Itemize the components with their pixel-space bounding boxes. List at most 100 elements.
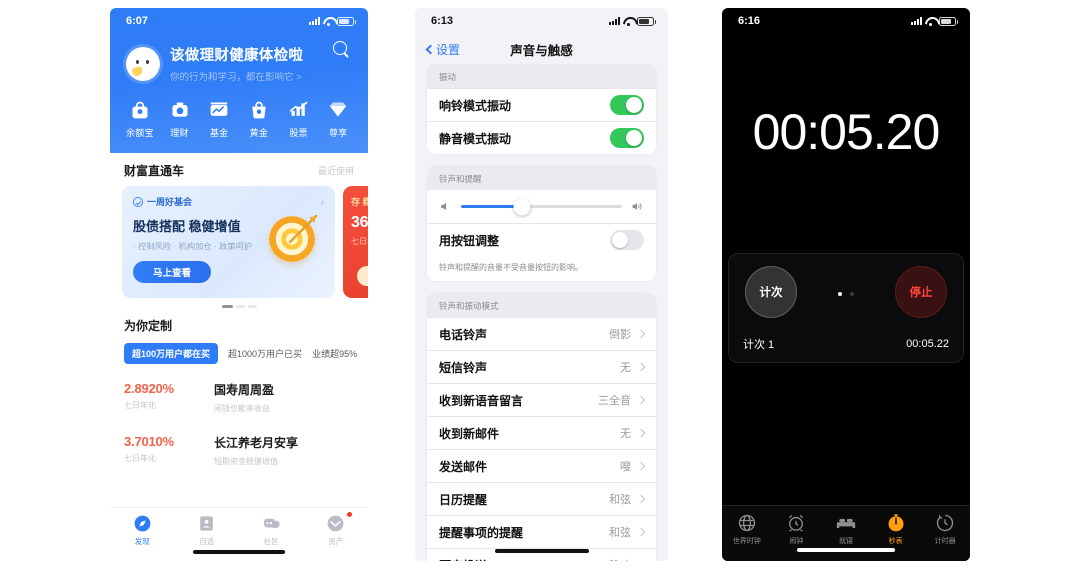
quick-action-label: 基金: [209, 128, 229, 138]
chart-card-icon: [208, 99, 230, 121]
wifi-icon: [925, 17, 936, 26]
search-icon[interactable]: [332, 40, 352, 60]
back-button[interactable]: 设置: [425, 41, 460, 58]
product-desc: 短期资金稳健增值: [214, 457, 278, 466]
status-icons: [309, 16, 356, 26]
chevron-right-icon[interactable]: ›: [321, 197, 324, 207]
tab-label: 就寝: [838, 538, 853, 545]
status-icons: [911, 16, 958, 26]
quick-action-zunxiang[interactable]: 尊享: [318, 99, 358, 139]
setting-value: 嗖: [620, 461, 631, 473]
list-item[interactable]: 3.7010% 七日年化 长江养老月安享 短期资金稳健增值: [124, 423, 354, 476]
tab-bedtime[interactable]: 就寝: [821, 513, 871, 546]
home-indicator: [797, 548, 895, 552]
finance-header: 6:07 该做理财健康体检啦 你的行为和学习，都在影响它 > 余额宝 理财 基金…: [110, 8, 368, 153]
promo-card-secondary-tag: 存 稳: [351, 197, 368, 207]
setting-value: 和弦: [609, 527, 631, 539]
page-dots[interactable]: [838, 292, 854, 296]
lap-button[interactable]: 计次: [745, 266, 797, 318]
group-vibrate: 振动 响铃模式振动 静音模式振动: [427, 64, 656, 154]
tab-timer[interactable]: 计时器: [920, 513, 970, 546]
setting-label: 收到新邮件: [439, 426, 500, 441]
section-more-link[interactable]: 最近使用: [318, 164, 354, 177]
quick-action-label: 尊享: [328, 128, 348, 138]
chevron-right-icon: [636, 527, 646, 537]
setting-change-with-buttons[interactable]: 用按钮调整: [427, 223, 656, 256]
setting-ringtone[interactable]: 电话铃声 倒影: [427, 317, 656, 350]
filter-chip[interactable]: 业绩超95%: [312, 347, 357, 360]
wifi-icon: [323, 17, 334, 26]
setting-calendar-alerts[interactable]: 日历提醒 和弦: [427, 482, 656, 515]
promo-carousel[interactable]: 一周好基会 › 股债搭配 稳健增值 · 控制风险 · 机构加仓 · 政策呵护 马…: [110, 186, 368, 308]
quick-action-label: 股票: [289, 128, 308, 138]
quick-action-gupiao[interactable]: 股票: [279, 99, 319, 139]
tab-discover[interactable]: 发现: [110, 514, 175, 547]
promo-card-button[interactable]: 马上查看: [133, 261, 211, 283]
tab-community[interactable]: 社区: [239, 514, 304, 547]
camera-lock-icon: [169, 99, 191, 121]
volume-slider-row[interactable]: [427, 190, 656, 223]
volume-slider[interactable]: [461, 198, 622, 215]
stopwatch-icon: [886, 513, 906, 533]
product-rate: 2.8920%: [124, 381, 174, 396]
status-time: 6:13: [431, 15, 454, 27]
greeting-banner[interactable]: 该做理财健康体检啦 你的行为和学习，都在影响它 >: [110, 34, 368, 87]
notification-badge: [347, 512, 352, 517]
filter-chip[interactable]: 超1000万用户已买: [228, 347, 302, 360]
quick-action-huangjin[interactable]: 黄金: [239, 99, 279, 139]
chevron-right-icon: [636, 428, 646, 438]
quick-action-jijin[interactable]: 基金: [199, 99, 239, 139]
tab-world-clock[interactable]: 世界时钟: [722, 513, 772, 546]
setting-new-mail[interactable]: 收到新邮件 无: [427, 416, 656, 449]
status-icons: [609, 16, 656, 26]
status-time: 6:07: [126, 15, 149, 27]
toggle-switch[interactable]: [610, 128, 644, 148]
tab-assets[interactable]: 资产: [304, 512, 369, 547]
globe-icon: [737, 513, 757, 533]
quick-action-yuebao[interactable]: 余额宝: [120, 99, 160, 139]
wealth-section-header: 财富直通车 最近使用: [110, 153, 368, 186]
signal-icon: [309, 17, 320, 25]
product-list: 2.8920% 七日年化 国寿周周盈 闲钱也能享收益 3.7010% 七日年化 …: [110, 364, 368, 476]
tab-alarm[interactable]: 闹钟: [772, 513, 822, 546]
group-header: 铃声和振动模式: [427, 293, 656, 317]
stopwatch-controls-panel: 计次 停止 计次 1 00:05.22: [728, 253, 964, 363]
setting-label: 响铃模式振动: [439, 98, 512, 113]
setting-text-tone[interactable]: 短信铃声 无: [427, 350, 656, 383]
list-item[interactable]: 2.8920% 七日年化 国寿周周盈 闲钱也能享收益: [124, 370, 354, 423]
setting-ring-vibration[interactable]: 响铃模式振动: [427, 88, 656, 121]
greeting-title: 该做理财健康体检啦: [170, 48, 304, 64]
promo-card-secondary-button[interactable]: [357, 266, 368, 286]
promo-card-secondary[interactable]: 存 稳 360 七日年: [343, 186, 368, 298]
shield-check-icon: [326, 514, 345, 533]
diamond-icon: [327, 99, 349, 121]
setting-silent-vibration[interactable]: 静音模式振动: [427, 121, 656, 154]
toggle-switch[interactable]: [610, 95, 644, 115]
stop-button[interactable]: 停止: [895, 266, 947, 318]
quick-action-licai[interactable]: 理财: [160, 99, 200, 139]
quick-action-label: 黄金: [249, 128, 269, 138]
bag-icon: [248, 99, 270, 121]
quick-action-label: 理财: [170, 128, 189, 138]
tab-watchlist[interactable]: 自选: [175, 514, 240, 547]
setting-sent-mail[interactable]: 发送邮件 嗖: [427, 449, 656, 482]
check-circle-icon: [133, 196, 143, 207]
product-desc: 闲钱也能享收益: [214, 404, 270, 413]
timer-icon: [935, 513, 955, 533]
filter-chip-active[interactable]: 超100万用户都在买: [124, 343, 219, 364]
product-rate-label: 七日年化: [124, 454, 156, 463]
tab-label: 秒表: [888, 538, 903, 545]
speaker-low-icon: [439, 200, 452, 213]
group-header: 铃声和提醒: [427, 166, 656, 190]
phone-stopwatch: 6:16 00:05.20 计次 停止 计次 1 00:05.22 世界时钟 闹…: [722, 8, 970, 561]
home-indicator: [494, 549, 589, 553]
battery-icon: [337, 16, 356, 26]
tab-stopwatch[interactable]: 秒表: [871, 513, 921, 546]
setting-new-voicemail[interactable]: 收到新语音留言 三全音: [427, 383, 656, 416]
group-ringer-alerts: 铃声和提醒 用按钮调整 铃声和提醒的音量不受音量按钮的影响。: [427, 166, 656, 281]
promo-card[interactable]: 一周好基会 › 股债搭配 稳健增值 · 控制风险 · 机构加仓 · 政策呵护 马…: [122, 186, 335, 298]
toggle-switch[interactable]: [610, 230, 644, 250]
setting-reminder-alerts[interactable]: 提醒事项的提醒 和弦: [427, 515, 656, 548]
status-time: 6:16: [738, 15, 761, 27]
slider-knob[interactable]: [513, 198, 531, 215]
